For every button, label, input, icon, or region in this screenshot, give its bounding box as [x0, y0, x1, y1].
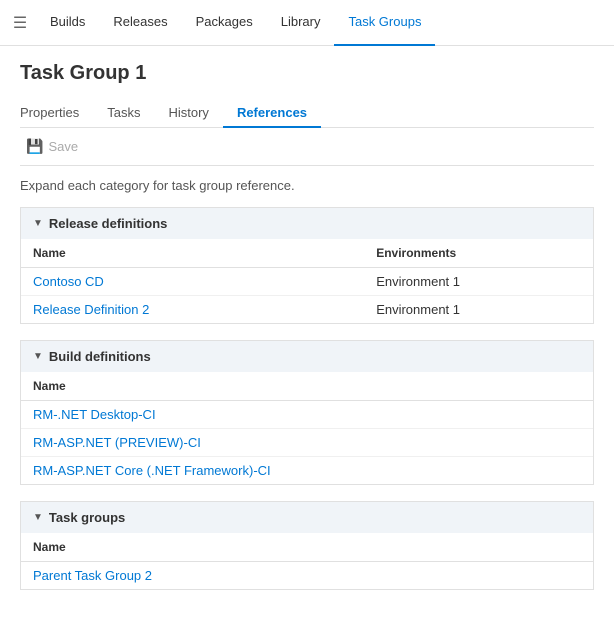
- build-link-asp-core[interactable]: RM-ASP.NET Core (.NET Framework)-CI: [33, 463, 271, 478]
- page-content: Task Group 1 Properties Tasks History Re…: [0, 46, 614, 626]
- col-header-environments: Environments: [364, 239, 593, 268]
- build-link-asp-preview[interactable]: RM-ASP.NET (PREVIEW)-CI: [33, 435, 201, 450]
- nav-item-task-groups[interactable]: Task Groups: [334, 0, 435, 46]
- toolbar: 💾 Save: [20, 128, 594, 166]
- tab-history[interactable]: History: [154, 99, 222, 128]
- section-header-task-groups[interactable]: ▼ Task groups: [21, 502, 593, 533]
- table-row: Contoso CD Environment 1: [21, 268, 593, 296]
- col-header-name-build: Name: [21, 372, 593, 401]
- col-header-name-taskgroup: Name: [21, 533, 593, 562]
- col-header-name-release: Name: [21, 239, 364, 268]
- section-header-build-definitions[interactable]: ▼ Build definitions: [21, 341, 593, 372]
- table-row: RM-.NET Desktop-CI: [21, 401, 593, 429]
- nav-item-library[interactable]: Library: [267, 0, 335, 46]
- table-row: RM-ASP.NET Core (.NET Framework)-CI: [21, 457, 593, 485]
- section-title-build-definitions: Build definitions: [49, 349, 151, 364]
- release-env-def2: Environment 1: [364, 296, 593, 324]
- section-title-task-groups: Task groups: [49, 510, 125, 525]
- chevron-icon-build: ▼: [33, 351, 43, 362]
- top-navigation: ☰ Builds Releases Packages Library Task …: [0, 0, 614, 46]
- nav-toggle-button[interactable]: ☰: [8, 11, 32, 35]
- release-link-def2[interactable]: Release Definition 2: [33, 302, 149, 317]
- save-label: Save: [48, 139, 78, 154]
- nav-item-packages[interactable]: Packages: [182, 0, 267, 46]
- build-link-net-desktop[interactable]: RM-.NET Desktop-CI: [33, 407, 156, 422]
- info-text: Expand each category for task group refe…: [20, 178, 594, 193]
- nav-item-builds[interactable]: Builds: [36, 0, 99, 46]
- build-definitions-table: Name RM-.NET Desktop-CI RM-ASP.NET (PREV…: [21, 372, 593, 484]
- tab-properties[interactable]: Properties: [20, 99, 93, 128]
- section-title-release-definitions: Release definitions: [49, 216, 167, 231]
- task-groups-table: Name Parent Task Group 2: [21, 533, 593, 589]
- release-env-contoso: Environment 1: [364, 268, 593, 296]
- section-header-release-definitions[interactable]: ▼ Release definitions: [21, 208, 593, 239]
- save-icon: 💾: [26, 138, 43, 155]
- release-definitions-table: Name Environments Contoso CD Environment…: [21, 239, 593, 323]
- section-release-definitions: ▼ Release definitions Name Environments …: [20, 207, 594, 324]
- chevron-icon-release: ▼: [33, 218, 43, 229]
- chevron-icon-task-groups: ▼: [33, 512, 43, 523]
- save-button[interactable]: 💾 Save: [20, 136, 84, 157]
- tab-references[interactable]: References: [223, 99, 321, 128]
- taskgroup-link-parent[interactable]: Parent Task Group 2: [33, 568, 152, 583]
- tab-tasks[interactable]: Tasks: [93, 99, 154, 128]
- section-task-groups: ▼ Task groups Name Parent Task Group 2: [20, 501, 594, 590]
- nav-item-releases[interactable]: Releases: [99, 0, 181, 46]
- table-row: Release Definition 2 Environment 1: [21, 296, 593, 324]
- page-title: Task Group 1: [20, 62, 594, 85]
- sub-tabs: Properties Tasks History References: [20, 99, 594, 128]
- table-row: Parent Task Group 2: [21, 562, 593, 590]
- release-link-contoso-cd[interactable]: Contoso CD: [33, 274, 104, 289]
- section-build-definitions: ▼ Build definitions Name RM-.NET Desktop…: [20, 340, 594, 485]
- table-row: RM-ASP.NET (PREVIEW)-CI: [21, 429, 593, 457]
